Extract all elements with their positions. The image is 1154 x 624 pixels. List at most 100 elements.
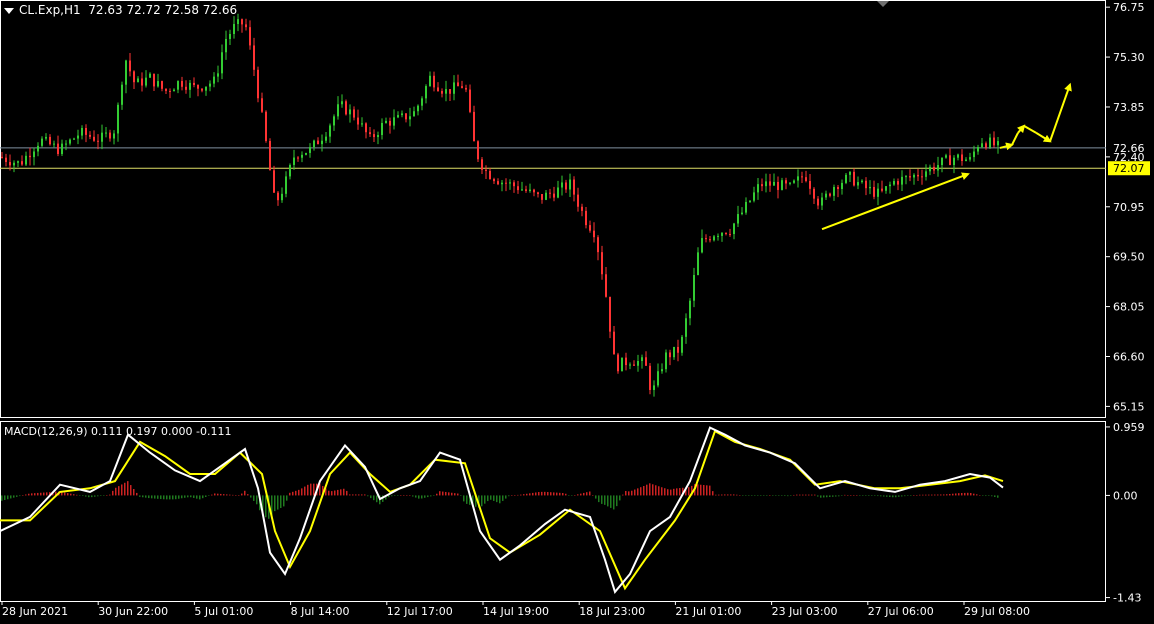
histogram-bar (265, 495, 267, 518)
candle-body (45, 136, 47, 139)
candle-body (721, 232, 723, 236)
time-tick-label: 21 Jul 01:00 (675, 605, 741, 618)
histogram-bar (364, 494, 366, 496)
histogram-bar (124, 482, 126, 496)
histogram-bar (97, 495, 99, 497)
candle-body (437, 87, 439, 92)
candle-body (441, 91, 443, 94)
candle-body (257, 69, 259, 99)
candle-body (793, 180, 795, 183)
histogram-bar (520, 494, 522, 496)
histogram-bar (754, 495, 756, 496)
histogram-bar (457, 493, 459, 496)
candle-body (537, 192, 539, 195)
candle-body (857, 182, 859, 186)
histogram-bar (523, 494, 525, 496)
dropdown-triangle-icon[interactable] (4, 7, 14, 14)
histogram-bar (904, 495, 906, 497)
histogram-bar (721, 494, 723, 496)
histogram-bar (985, 495, 987, 497)
chart-canvas[interactable]: 76.7575.3073.8572.4070.9569.5068.0566.60… (0, 0, 1154, 620)
histogram-bar (853, 495, 855, 496)
candle-body (873, 186, 875, 197)
candle-body (801, 176, 803, 178)
histogram-bar (481, 495, 483, 507)
candle-body (477, 141, 479, 160)
histogram-bar (880, 495, 882, 497)
histogram-bar (343, 488, 345, 496)
histogram-bar (766, 495, 768, 496)
candle-body (953, 157, 955, 166)
candle-body (409, 116, 411, 120)
histogram-bar (454, 493, 456, 496)
price-tick-label: 70.95 (1113, 201, 1145, 214)
histogram-bar (100, 495, 102, 496)
histogram-bar (634, 489, 636, 496)
histogram-bar (835, 495, 837, 497)
histogram-bar (790, 495, 792, 496)
histogram-bar (463, 495, 465, 502)
candle-body (745, 201, 747, 213)
histogram-bar (493, 495, 495, 501)
histogram-bar (556, 492, 558, 496)
histogram-bar (676, 488, 678, 496)
candle-body (53, 143, 55, 145)
price-tick-label: 65.15 (1113, 400, 1145, 413)
candle-body (301, 154, 303, 158)
histogram-bar (769, 495, 771, 496)
histogram-bar (112, 490, 114, 496)
histogram-bar (226, 494, 228, 496)
candle-body (289, 164, 291, 177)
histogram-bar (133, 488, 135, 496)
candle-body (637, 361, 639, 366)
candle-body (157, 81, 159, 87)
histogram-bar (436, 493, 438, 496)
histogram-bar (796, 494, 798, 496)
histogram-bar (718, 494, 720, 496)
candle-body (785, 180, 787, 184)
histogram-bar (391, 495, 393, 497)
histogram-bar (298, 489, 300, 496)
histogram-bar (586, 492, 588, 496)
candle-body (297, 157, 299, 159)
candle-body (141, 78, 143, 86)
histogram-bar (337, 489, 339, 496)
histogram-bar (964, 492, 966, 496)
histogram-bar (130, 485, 132, 496)
histogram-bar (841, 495, 843, 496)
candle-body (189, 82, 191, 90)
trading-chart[interactable]: 76.75 75.30 73.85 72.40 70.95 69.50 68.05 66.60… (0, 0, 1154, 620)
histogram-bar (118, 486, 120, 496)
candle-body (733, 223, 735, 235)
histogram-bar (757, 495, 759, 496)
candle-body (101, 132, 103, 142)
histogram-bar (616, 495, 618, 507)
candle-body (633, 364, 635, 366)
time-tick-label: 28 Jun 2021 (2, 605, 68, 618)
histogram-bar (400, 495, 402, 496)
candle-body (173, 89, 175, 92)
histogram-bar (361, 494, 363, 496)
histogram-bar (949, 493, 951, 496)
histogram-bar (988, 495, 990, 496)
histogram-bar (79, 495, 81, 496)
histogram-bar (736, 494, 738, 496)
histogram-bar (373, 495, 375, 501)
histogram-bar (565, 493, 567, 496)
histogram-bar (190, 495, 192, 498)
candle-body (433, 75, 435, 88)
histogram-bar (925, 494, 927, 496)
time-tick-label: 27 Jul 06:00 (868, 605, 934, 618)
histogram-bar (748, 495, 750, 496)
candle-body (541, 194, 543, 200)
price-tick-label: 68.05 (1113, 301, 1145, 314)
candle-body (885, 186, 887, 191)
histogram-bar (127, 481, 129, 496)
histogram-bar (181, 495, 183, 499)
candle-body (805, 177, 807, 182)
candle-body (277, 192, 279, 201)
histogram-bar (574, 495, 576, 496)
histogram-bar (514, 495, 516, 496)
time-tick-label: 29 Jul 08:00 (964, 605, 1030, 618)
histogram-bar (697, 484, 699, 496)
